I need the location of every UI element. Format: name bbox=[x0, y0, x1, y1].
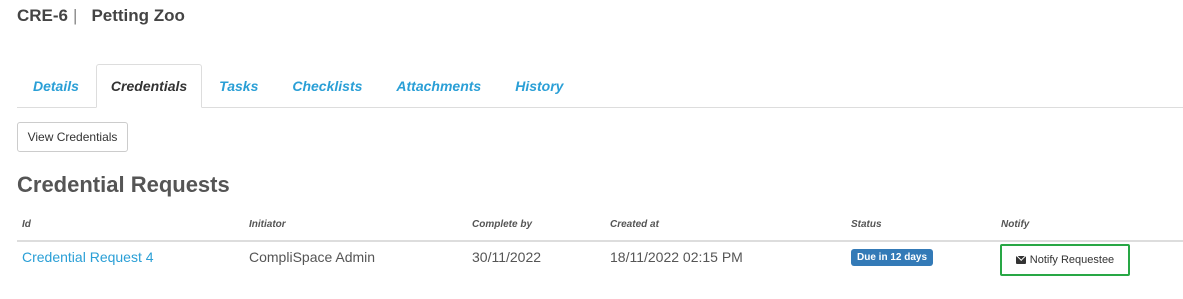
envelope-icon bbox=[1015, 256, 1026, 264]
header-separator: | bbox=[73, 6, 78, 25]
complete-by-cell: 30/11/2022 bbox=[472, 249, 542, 265]
table-row: Credential Request 4 CompliSpace Admin 3… bbox=[17, 242, 1183, 282]
tab-credentials[interactable]: Credentials bbox=[95, 64, 203, 108]
notify-requestee-button[interactable]: Notify Requestee bbox=[1000, 244, 1130, 276]
tab-details[interactable]: Details bbox=[17, 65, 96, 107]
column-header-id: Id bbox=[22, 219, 31, 230]
column-header-status: Status bbox=[851, 219, 882, 230]
page-header: CRE-6 | Petting Zoo bbox=[17, 6, 185, 26]
table-header: Id Initiator Complete by Created at Stat… bbox=[17, 214, 1183, 242]
tab-tasks[interactable]: Tasks bbox=[202, 65, 275, 107]
notify-button-label: Notify Requestee bbox=[1029, 254, 1115, 266]
tab-history[interactable]: History bbox=[498, 65, 580, 107]
created-at-cell: 18/11/2022 02:15 PM bbox=[610, 249, 743, 265]
page-title: Petting Zoo bbox=[91, 6, 185, 25]
tab-checklists[interactable]: Checklists bbox=[275, 65, 379, 107]
column-header-initiator: Initiator bbox=[249, 219, 286, 230]
tab-bar: Details Credentials Tasks Checklists Att… bbox=[17, 64, 1183, 108]
record-code: CRE-6 bbox=[17, 6, 69, 25]
status-badge: Due in 12 days bbox=[851, 249, 934, 266]
column-header-complete-by: Complete by bbox=[472, 219, 533, 230]
column-header-notify: Notify bbox=[1001, 219, 1030, 230]
tab-attachments[interactable]: Attachments bbox=[379, 65, 498, 107]
view-credentials-button[interactable]: View Credentials bbox=[17, 122, 128, 152]
credential-request-link[interactable]: Credential Request 4 bbox=[22, 249, 154, 265]
initiator-cell: CompliSpace Admin bbox=[249, 249, 376, 265]
column-header-created-at: Created at bbox=[610, 219, 659, 230]
section-title: Credential Requests bbox=[17, 172, 230, 197]
